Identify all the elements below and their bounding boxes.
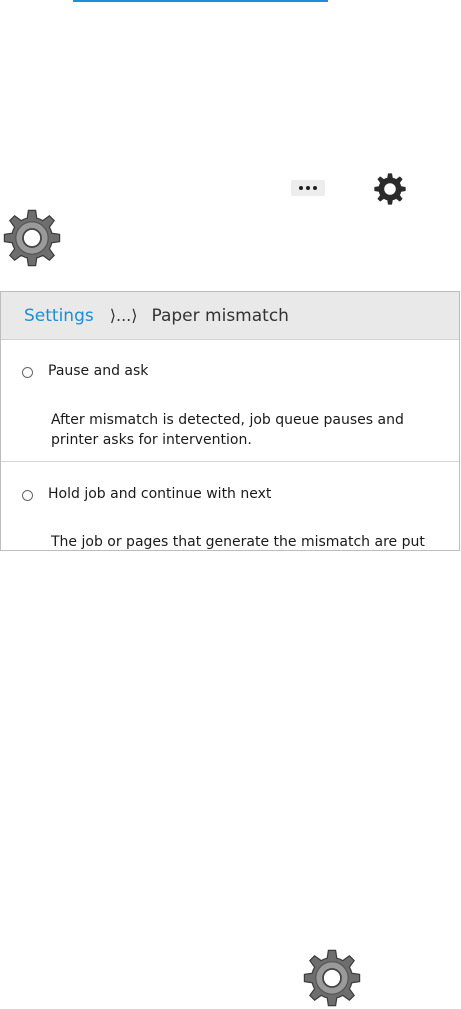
page-title: Paper mismatch	[151, 305, 289, 326]
settings-gear-icon-bottom	[303, 949, 361, 1007]
settings-gear-icon-large	[3, 209, 61, 267]
breadcrumb-settings-link[interactable]: Settings	[24, 306, 94, 326]
option-hold-job[interactable]: Hold job and continue with next The job …	[1, 462, 459, 550]
hyperlink-underline[interactable]	[73, 0, 328, 2]
radio-button[interactable]	[22, 490, 33, 501]
radio-button[interactable]	[22, 367, 33, 378]
option-description: After mismatch is detected, job queue pa…	[51, 412, 404, 448]
option-pause-and-ask[interactable]: Pause and ask After mismatch is detected…	[1, 340, 459, 462]
breadcrumb-ellipsis[interactable]: ⟩...⟩	[110, 306, 138, 325]
breadcrumb: Settings ⟩...⟩ Paper mismatch	[1, 292, 459, 340]
option-description: The job or pages that generate the misma…	[51, 534, 425, 550]
option-label: Pause and ask	[48, 363, 149, 379]
option-label: Hold job and continue with next	[48, 486, 272, 502]
more-options-icon	[291, 180, 325, 196]
printer-panel-screen: Settings ⟩...⟩ Paper mismatch Pause and …	[0, 291, 460, 551]
settings-gear-icon	[374, 173, 406, 205]
